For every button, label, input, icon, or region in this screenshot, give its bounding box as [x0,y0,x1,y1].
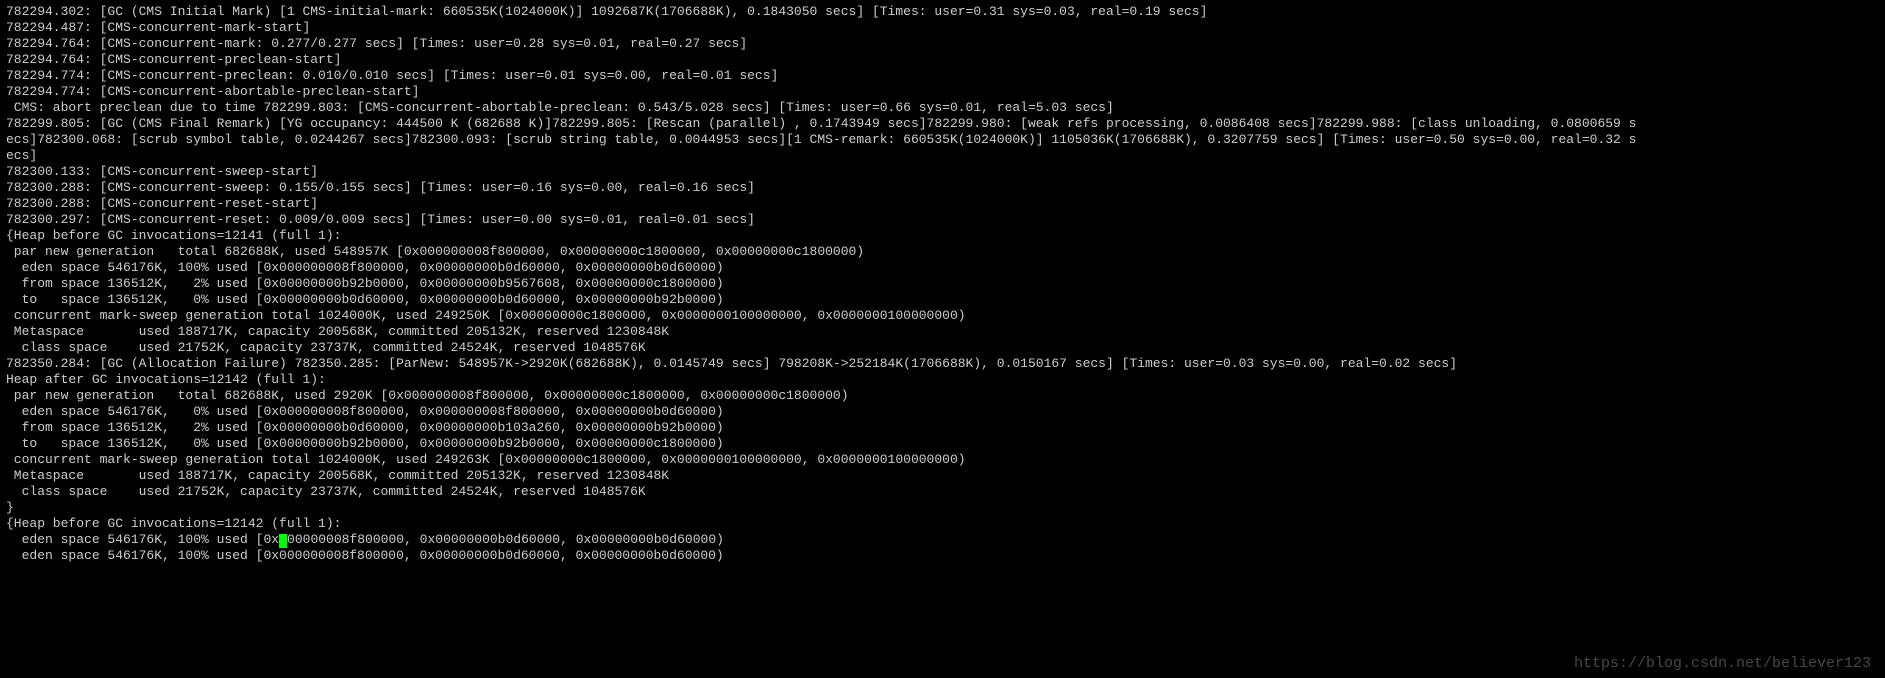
log-line: to space 136512K, 0% used [0x00000000b92… [6,436,1879,452]
terminal-output[interactable]: 782294.302: [GC (CMS Initial Mark) [1 CM… [0,0,1885,678]
log-line: Heap after GC invocations=12142 (full 1)… [6,372,1879,388]
log-line: 782300.133: [CMS-concurrent-sweep-start] [6,164,1879,180]
log-line: concurrent mark-sweep generation total 1… [6,308,1879,324]
log-line: eden space 546176K, 100% used [0x0000000… [6,548,1879,564]
log-line: 782350.284: [GC (Allocation Failure) 782… [6,356,1879,372]
log-text: eden space 546176K, 100% used [0x [6,532,279,547]
log-line: 782294.764: [CMS-concurrent-preclean-sta… [6,52,1879,68]
log-text: 00000008f800000, 0x00000000b0d60000, 0x0… [287,532,724,547]
log-line: } [6,500,1879,516]
log-line: {Heap before GC invocations=12141 (full … [6,228,1879,244]
log-line: to space 136512K, 0% used [0x00000000b0d… [6,292,1879,308]
log-line: eden space 546176K, 0% used [0x000000008… [6,404,1879,420]
log-line: Metaspace used 188717K, capacity 200568K… [6,468,1879,484]
log-line: from space 136512K, 2% used [0x00000000b… [6,420,1879,436]
log-line: ecs]782300.068: [scrub symbol table, 0.0… [6,132,1879,148]
log-line: 782294.302: [GC (CMS Initial Mark) [1 CM… [6,4,1879,20]
log-line: concurrent mark-sweep generation total 1… [6,452,1879,468]
log-line: 782300.297: [CMS-concurrent-reset: 0.009… [6,212,1879,228]
log-line: 782294.774: [CMS-concurrent-abortable-pr… [6,84,1879,100]
log-line: ecs] [6,148,1879,164]
log-line: from space 136512K, 2% used [0x00000000b… [6,276,1879,292]
log-line: class space used 21752K, capacity 23737K… [6,484,1879,500]
log-line: class space used 21752K, capacity 23737K… [6,340,1879,356]
terminal-cursor [279,534,287,548]
log-line: 782294.487: [CMS-concurrent-mark-start] [6,20,1879,36]
log-line: 782299.805: [GC (CMS Final Remark) [YG o… [6,116,1879,132]
log-line: eden space 546176K, 100% used [0x 0000000… [6,532,1879,548]
log-line: 782300.288: [CMS-concurrent-reset-start] [6,196,1879,212]
log-line: {Heap before GC invocations=12142 (full … [6,516,1879,532]
log-line: par new generation total 682688K, used 2… [6,388,1879,404]
log-line: 782294.764: [CMS-concurrent-mark: 0.277/… [6,36,1879,52]
log-line: 782294.774: [CMS-concurrent-preclean: 0.… [6,68,1879,84]
log-line: 782300.288: [CMS-concurrent-sweep: 0.155… [6,180,1879,196]
log-line: CMS: abort preclean due to time 782299.8… [6,100,1879,116]
log-line: eden space 546176K, 100% used [0x0000000… [6,260,1879,276]
log-line: Metaspace used 188717K, capacity 200568K… [6,324,1879,340]
log-line: par new generation total 682688K, used 5… [6,244,1879,260]
